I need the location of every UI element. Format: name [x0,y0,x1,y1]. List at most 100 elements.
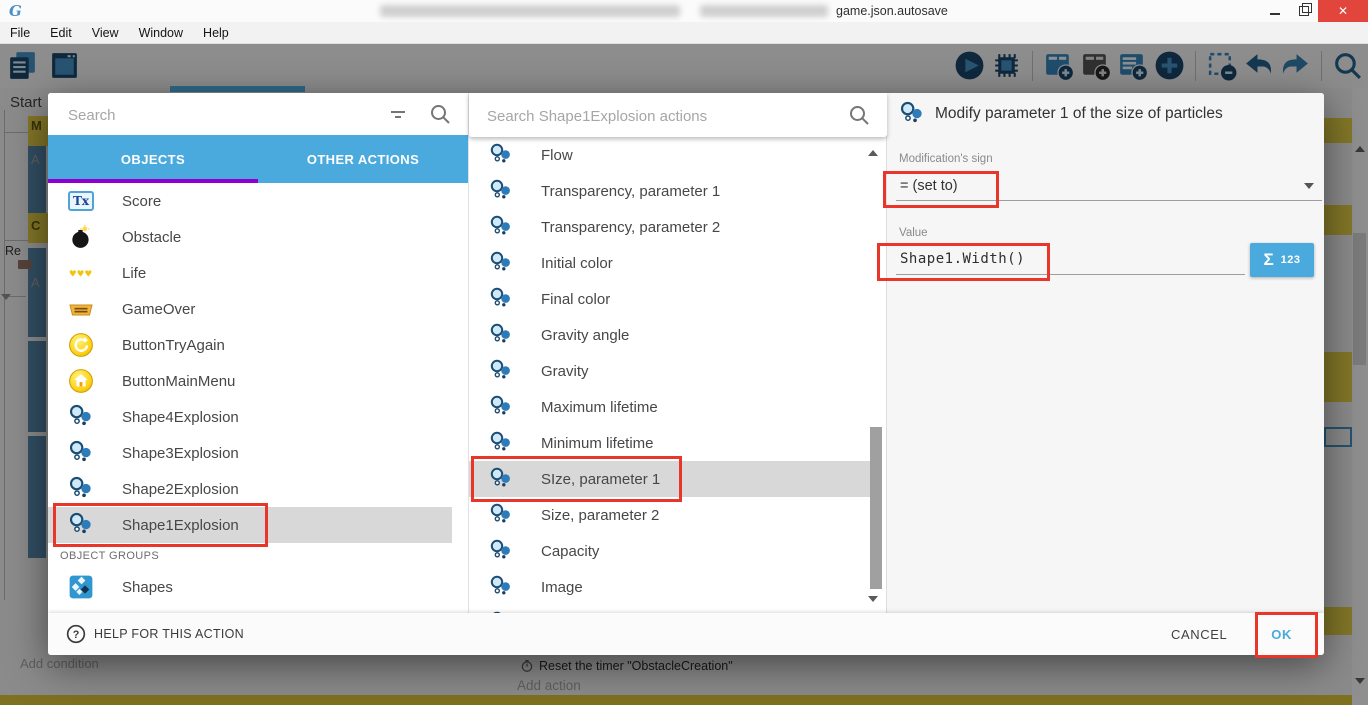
menu-file[interactable]: File [0,26,40,40]
action-list-item-label: Image [541,579,583,596]
object-list-item[interactable]: Shape4Explosion [48,399,452,435]
restore-button[interactable] [1289,0,1318,22]
actions-scrollbar-thumb[interactable] [870,427,882,589]
restore-icon [1299,6,1309,16]
action-list-item[interactable]: Initial color [469,245,873,281]
action-list-item[interactable] [469,605,873,613]
object-list-item-label: ButtonMainMenu [122,373,235,390]
blurred-title-path [700,5,828,17]
action-list-item[interactable]: Maximum lifetime [469,389,873,425]
bomb-icon [68,224,94,250]
action-list-item-label: Final color [541,291,610,308]
particle-icon [489,395,513,419]
object-list-item-label: GameOver [122,301,195,318]
annotation-box-sign [883,171,999,208]
filter-icon[interactable] [386,102,410,126]
object-list-item-label: ButtonTryAgain [122,337,225,354]
particle-icon [899,101,925,127]
tab-objects[interactable]: OBJECTS [48,135,258,183]
menu-edit[interactable]: Edit [40,26,82,40]
particle-icon [68,404,94,430]
value-label: Value [899,227,928,239]
minimize-icon [1270,13,1280,15]
action-list-item-label: Transparency, parameter 1 [541,183,720,200]
sign-label: Modification's sign [899,153,993,165]
object-group-icon [68,574,94,600]
scroll-down-icon[interactable] [868,596,878,602]
menu-window[interactable]: Window [129,26,193,40]
help-label: HELP FOR THIS ACTION [94,627,244,641]
particle-icon [489,179,513,203]
annotation-box-size-parameter1 [471,456,682,502]
actions-search-input[interactable] [485,102,819,130]
particle-icon [489,503,513,527]
action-list-item[interactable]: Final color [469,281,873,317]
action-list-item[interactable]: Transparency, parameter 2 [469,209,873,245]
scroll-up-icon[interactable] [868,150,878,156]
minimize-button[interactable] [1260,0,1289,22]
objects-list: TxScore Obstacle ♥♥♥ Life GameOver ButtonTryA… [48,183,468,613]
cancel-button[interactable]: CANCEL [1171,627,1227,642]
chevron-down-icon [1304,183,1314,189]
particle-icon [68,476,94,502]
expression-builder-button[interactable]: Σ 123 [1250,243,1314,277]
menu-view[interactable]: View [82,26,129,40]
object-list-item-label: Obstacle [122,229,181,246]
window-controls: ✕ [1260,0,1368,22]
action-list-item-label: Initial color [541,255,613,272]
object-list-item-label: Life [122,265,146,282]
action-list-item[interactable]: Capacity [469,533,873,569]
action-list-item-label: Capacity [541,543,599,560]
action-list-item-label: Gravity angle [541,327,629,344]
object-list-item[interactable]: TxScore [48,183,452,219]
title-bar: G game.json.autosave ✕ [0,0,1368,22]
close-icon: ✕ [1338,4,1348,18]
action-list-item[interactable]: Gravity angle [469,317,873,353]
action-list-item[interactable]: Size, parameter 2 [469,497,873,533]
particle-icon [489,539,513,563]
action-list-item[interactable]: Gravity [469,353,873,389]
object-group-item[interactable]: Shapes [48,569,452,605]
svg-text:Tx: Tx [73,194,90,208]
application-window: G game.json.autosave ✕ FileEditViewWindo… [0,0,1368,705]
blurred-title-path [380,5,680,17]
particle-icon [68,440,94,466]
action-list-item[interactable]: Flow [469,137,873,173]
hearts-icon: ♥♥♥ [68,260,94,286]
particle-icon [489,215,513,239]
objects-search-input[interactable] [66,101,370,129]
action-list-item-label: Size, parameter 2 [541,507,659,524]
particle-icon [489,251,513,275]
object-list-item[interactable]: ButtonTryAgain [48,327,452,363]
actions-search-row [469,93,887,137]
particle-icon [489,431,513,455]
action-list-item-label: Gravity [541,363,589,380]
gameover-icon [68,296,94,322]
action-list-item[interactable]: Transparency, parameter 1 [469,173,873,209]
objects-search-row [48,93,468,135]
expression-button-label: 123 [1281,254,1301,266]
window-title: game.json.autosave [836,4,948,18]
particle-icon [489,323,513,347]
svg-text:?: ? [73,629,80,641]
action-list-item[interactable]: Image [469,569,873,605]
search-icon[interactable] [428,102,452,126]
home-button-icon [68,368,94,394]
object-list-item-label: Shape4Explosion [122,409,239,426]
object-list-item[interactable]: Shape2Explosion [48,471,452,507]
object-list-item[interactable]: Obstacle [48,219,452,255]
dialog-footer: ? HELP FOR THIS ACTION CANCEL OK [48,613,1324,655]
object-list-item[interactable]: Shape3Explosion [48,435,452,471]
object-list-item[interactable]: ButtonMainMenu [48,363,452,399]
tab-other-actions[interactable]: OTHER ACTIONS [258,135,468,183]
text-object-icon: Tx [68,188,94,214]
object-list-item[interactable]: ♥♥♥ Life [48,255,452,291]
close-button[interactable]: ✕ [1318,0,1368,22]
search-icon[interactable] [847,103,871,127]
help-link[interactable]: ? HELP FOR THIS ACTION [66,624,244,644]
annotation-box-shape1explosion [53,503,268,547]
objects-tab-bar: OBJECTSOTHER ACTIONS [48,135,468,183]
action-list-item-label: Maximum lifetime [541,399,658,416]
object-list-item[interactable]: GameOver [48,291,452,327]
menu-help[interactable]: Help [193,26,239,40]
